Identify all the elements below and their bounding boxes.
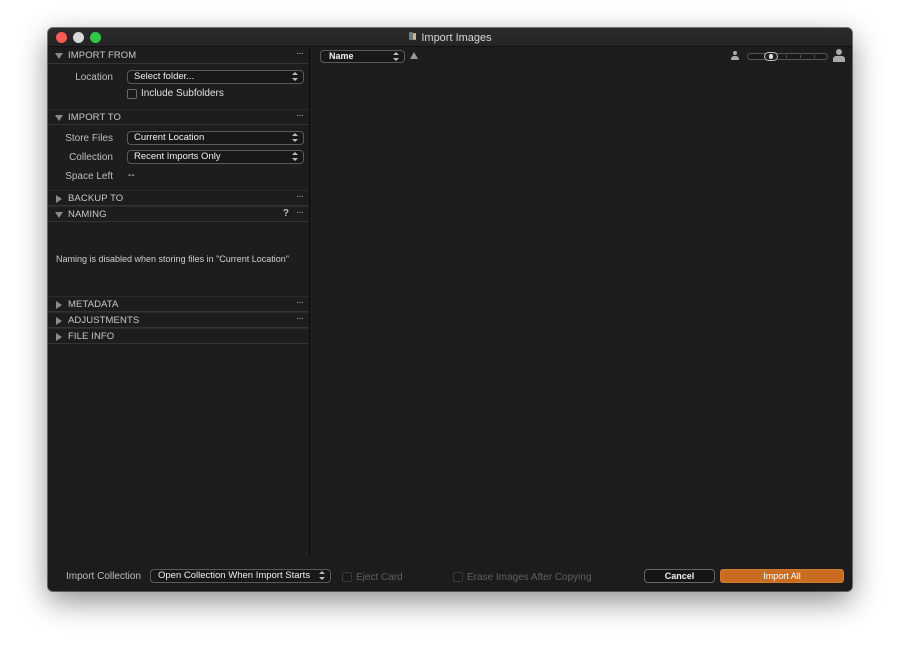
disclosure-triangle-right-icon [56,195,62,203]
store-files-row: Store Files Current Location [48,129,309,148]
section-title: FILE INFO [68,331,115,342]
help-icon[interactable]: ? [283,208,289,219]
location-select[interactable]: Select folder... [127,70,304,84]
import-sidebar: IMPORT FROM ··· Location Select folder..… [48,48,310,556]
more-options-icon[interactable]: ··· [296,191,304,202]
select-stepper-icon [292,72,298,82]
person-head [733,51,737,55]
window-title: Import Images [421,32,492,44]
include-subfolders-label[interactable]: Include Subfolders [141,88,224,99]
store-files-select[interactable]: Current Location [127,131,304,145]
footer-bar: Import Collection Open Collection When I… [48,556,852,591]
collection-select[interactable]: Recent Imports Only [127,150,304,164]
eject-card-label: Eject Card [356,572,403,583]
more-options-icon[interactable]: ··· [296,313,304,324]
slider-tick [814,55,815,58]
slider-tick [786,55,787,58]
section-title: BACKUP TO [68,193,124,204]
sort-ascending-icon[interactable] [410,52,418,59]
section-title: NAMING [68,209,107,220]
thumbnail-small-icon[interactable] [731,51,739,60]
disclosure-triangle-right-icon [56,333,62,341]
thumbnail-large-icon[interactable] [833,49,845,62]
naming-disabled-message: Naming is disabled when storing files in… [56,254,290,264]
section-import-from-header[interactable]: IMPORT FROM ··· [48,48,309,64]
space-left-value: -- [128,170,135,181]
disclosure-triangle-down-icon [55,115,63,121]
import-images-window: Import Images IMPORT FROM ··· Location S… [48,28,852,591]
import-all-button[interactable]: Import All [720,569,844,583]
cancel-button[interactable]: Cancel [644,569,715,583]
section-title: METADATA [68,299,119,310]
more-options-icon[interactable]: ··· [296,48,304,59]
disclosure-triangle-down-icon [55,53,63,59]
more-options-icon[interactable]: ··· [296,110,304,121]
erase-images-checkbox[interactable] [453,572,463,582]
person-head [836,49,842,55]
import-collection-label: Import Collection [66,571,142,582]
section-naming-body: Naming is disabled when storing files in… [48,222,309,296]
person-body [833,56,845,62]
space-left-label: Space Left [65,171,113,182]
section-file-info-header[interactable]: FILE INFO [48,328,309,344]
window-title-wrap: Import Images [48,31,852,44]
image-browser: Name [311,48,852,556]
collection-row: Collection Recent Imports Only [48,148,309,167]
select-stepper-icon [393,52,399,62]
thumbnail-size-slider[interactable] [747,52,828,61]
location-row: Location Select folder... [48,68,309,87]
space-left-row: Space Left -- [48,167,309,186]
eject-card-checkbox[interactable] [342,572,352,582]
section-naming-header[interactable]: NAMING ? ··· [48,206,309,222]
select-stepper-icon [292,133,298,143]
slider-thumb[interactable] [764,52,778,61]
person-body [731,56,739,60]
more-options-icon[interactable]: ··· [296,207,304,218]
section-import-from-body: Location Select folder... Include Subfol… [48,64,309,109]
title-bar: Import Images [48,28,852,47]
section-import-to-header[interactable]: IMPORT TO ··· [48,109,309,125]
disclosure-triangle-down-icon [55,212,63,218]
location-select-value: Select folder... [134,71,195,82]
sort-by-select[interactable]: Name [320,50,405,63]
section-title: ADJUSTMENTS [68,315,140,326]
sort-by-value: Name [329,51,354,61]
select-stepper-icon [292,152,298,162]
include-subfolders-checkbox[interactable] [127,89,137,99]
import-collection-select[interactable]: Open Collection When Import Starts [150,569,331,583]
section-metadata-header[interactable]: METADATA ··· [48,296,309,312]
erase-images-label: Erase Images After Copying [467,572,592,583]
collection-select-value: Recent Imports Only [134,151,221,162]
section-import-to-body: Store Files Current Location Collection … [48,125,309,190]
select-stepper-icon [319,571,325,581]
store-files-label: Store Files [65,133,113,144]
import-images-icon [408,31,418,42]
slider-tick [800,55,801,58]
collection-label: Collection [69,152,113,163]
disclosure-triangle-right-icon [56,301,62,309]
location-label: Location [75,72,113,83]
more-options-icon[interactable]: ··· [296,297,304,308]
disclosure-triangle-right-icon [56,317,62,325]
section-adjustments-header[interactable]: ADJUSTMENTS ··· [48,312,309,328]
section-title: IMPORT FROM [68,50,137,61]
section-title: IMPORT TO [68,112,121,123]
store-files-select-value: Current Location [134,132,205,143]
section-backup-to-header[interactable]: BACKUP TO ··· [48,190,309,206]
import-collection-value: Open Collection When Import Starts [158,570,311,581]
